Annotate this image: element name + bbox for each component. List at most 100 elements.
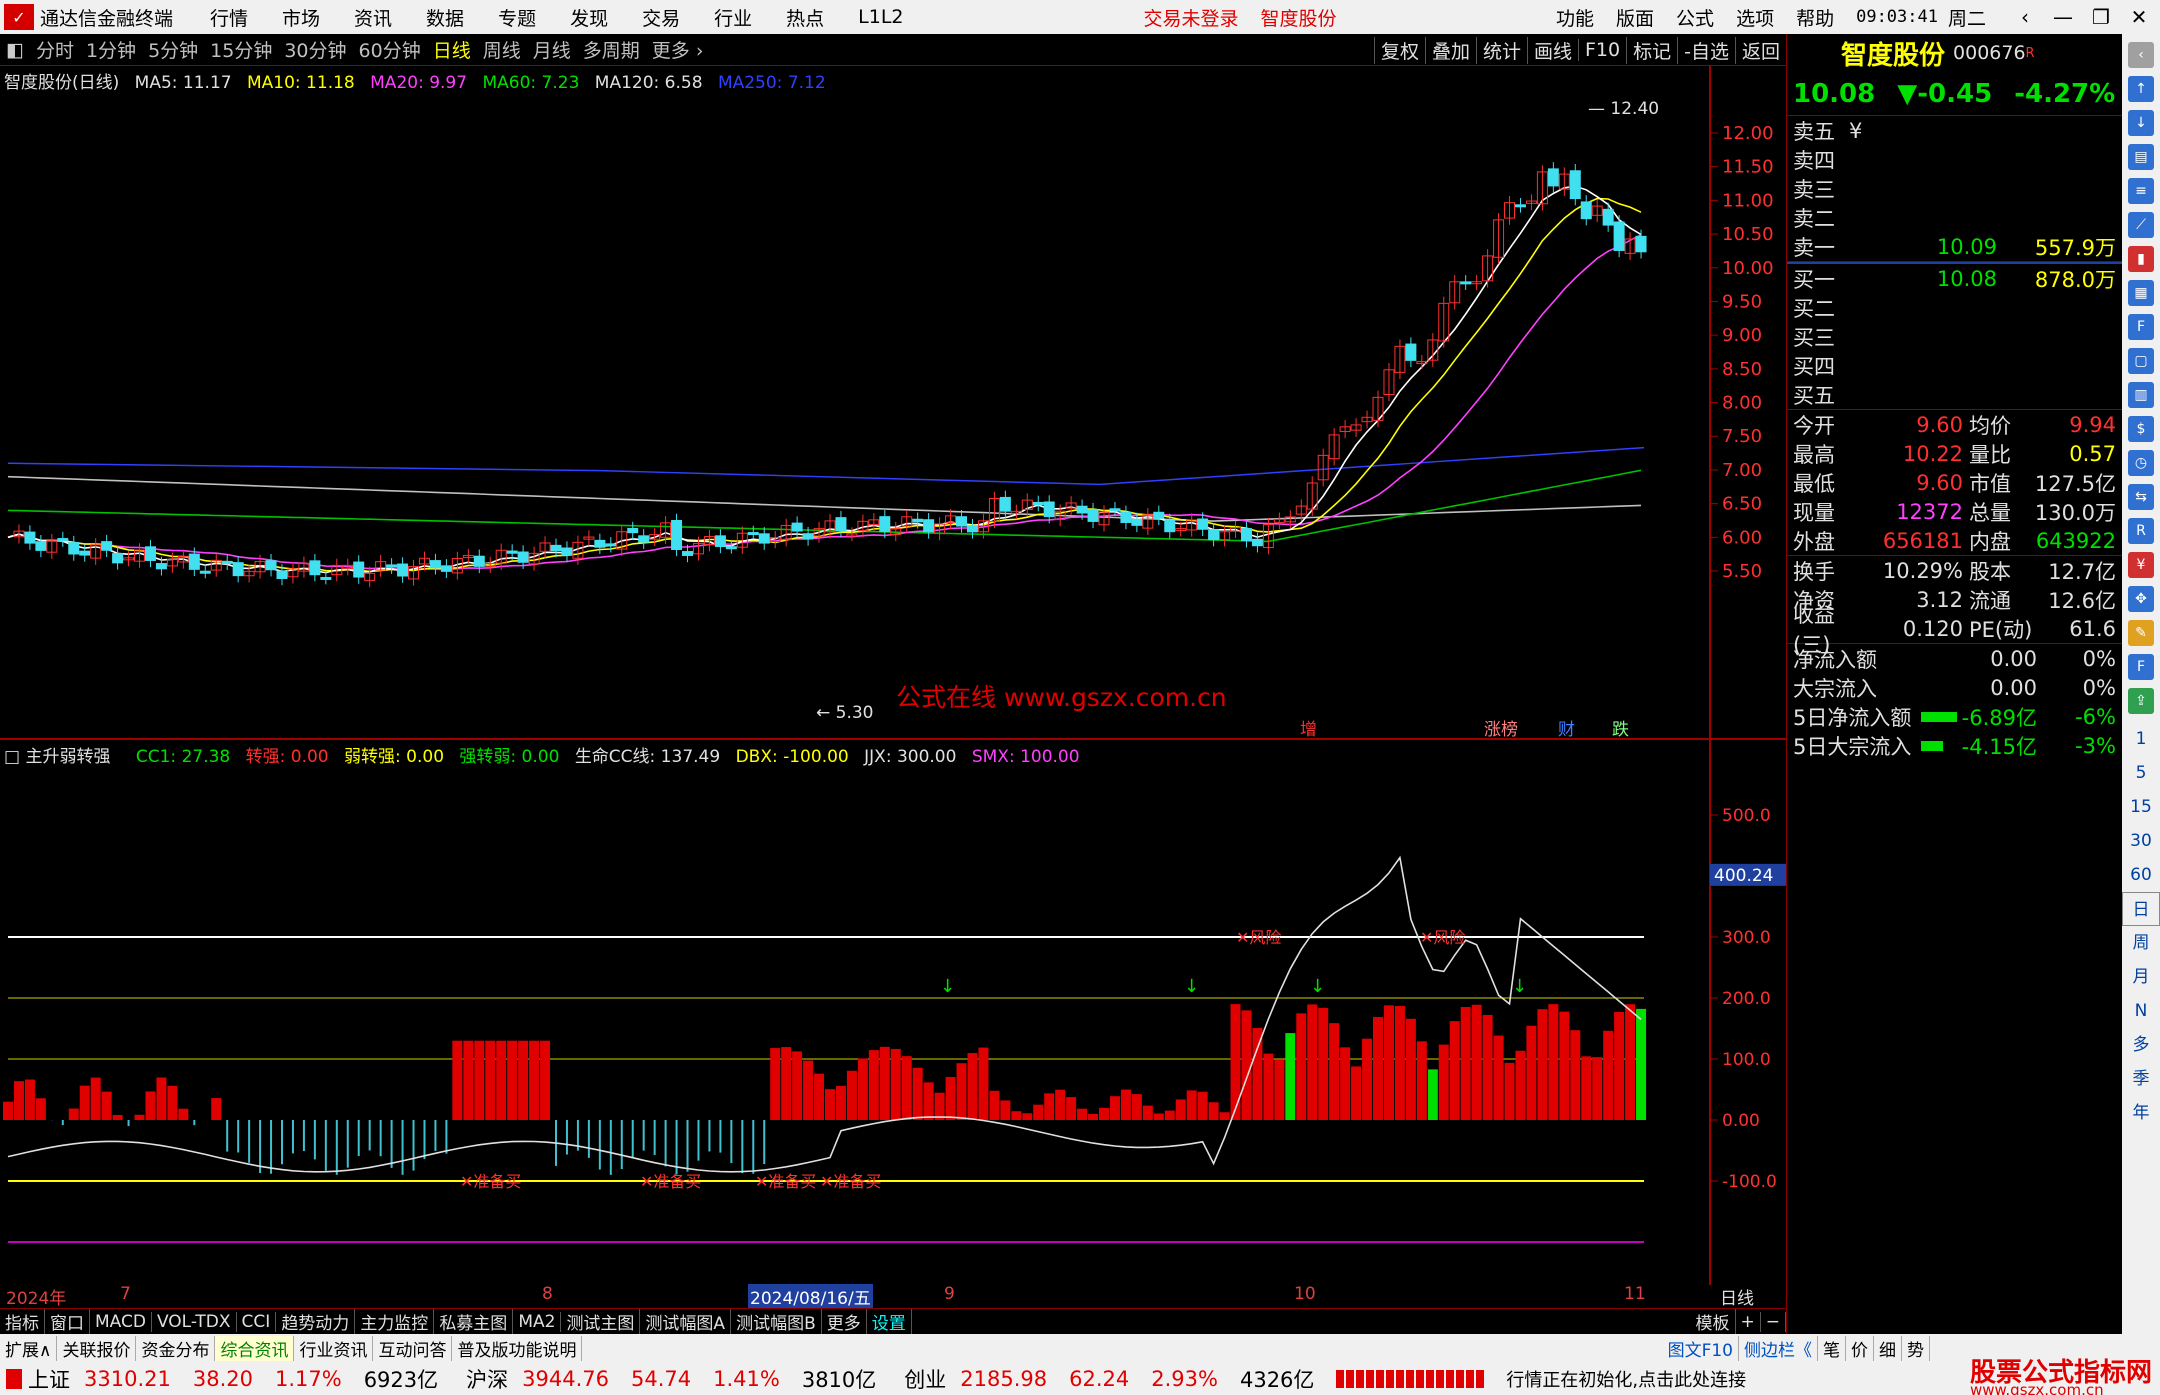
tab-cci[interactable]: CCI bbox=[237, 1311, 277, 1332]
share-icon[interactable]: ⇪ bbox=[2128, 688, 2154, 714]
ask-row[interactable]: 卖二 bbox=[1787, 203, 2122, 232]
tab-f10[interactable]: 图文F10 bbox=[1663, 1335, 1739, 1361]
sidebar-period-week[interactable]: 周 bbox=[2122, 926, 2160, 960]
sidebar-period-year[interactable]: 年 bbox=[2122, 1096, 2160, 1130]
menu-topics[interactable]: 专题 bbox=[498, 4, 536, 31]
compare-icon[interactable]: ⇆ bbox=[2128, 484, 2154, 510]
main-candle-chart[interactable]: 智度股份(日线) MA5: 11.17 MA10: 11.18 MA20: 9.… bbox=[0, 66, 1786, 740]
index-cy-name[interactable]: 创业 bbox=[904, 1364, 946, 1394]
menu-formula[interactable]: 公式 bbox=[1676, 4, 1714, 31]
tab-more[interactable]: 更多 bbox=[822, 1309, 867, 1334]
period-monthly[interactable]: 月线 bbox=[533, 36, 571, 63]
ask-row[interactable]: 卖五 ¥ bbox=[1787, 116, 2122, 145]
tab-news[interactable]: 综合资讯 bbox=[215, 1335, 295, 1361]
bid-row[interactable]: 买二 bbox=[1787, 293, 2122, 322]
ask-row[interactable]: 卖三 bbox=[1787, 174, 2122, 203]
period-1min[interactable]: 1分钟 bbox=[86, 36, 136, 63]
minimize-icon[interactable]: — bbox=[2046, 5, 2080, 29]
tool-mark[interactable]: 标记 bbox=[1626, 36, 1677, 64]
sidebar-period-60[interactable]: 60 bbox=[2122, 858, 2160, 892]
menu-market[interactable]: 市场 bbox=[282, 4, 320, 31]
tool-stats[interactable]: 统计 bbox=[1475, 36, 1527, 64]
move-icon[interactable]: ✥ bbox=[2128, 586, 2154, 612]
tab-expand[interactable]: 扩展∧ bbox=[0, 1335, 58, 1361]
sidebar-period-15[interactable]: 15 bbox=[2122, 790, 2160, 824]
tab-test-main[interactable]: 测试主图 bbox=[561, 1309, 641, 1334]
ask-row[interactable]: 卖一 10.09 557.9万 bbox=[1787, 232, 2122, 261]
menu-options[interactable]: 选项 bbox=[1736, 4, 1774, 31]
line-chart-icon[interactable]: ⟋ bbox=[2128, 212, 2154, 238]
index-hs-name[interactable]: 沪深 bbox=[466, 1364, 508, 1394]
period-more[interactable]: 更多 › bbox=[652, 36, 704, 63]
sidebar-period-n[interactable]: N bbox=[2122, 994, 2160, 1028]
tab-capital[interactable]: 资金分布 bbox=[136, 1335, 216, 1361]
period-daily[interactable]: 日线 bbox=[433, 36, 471, 63]
panel-toggle-icon[interactable]: ◧ bbox=[6, 39, 24, 61]
bid-row[interactable]: 买五 bbox=[1787, 380, 2122, 409]
time-icon[interactable]: ◷ bbox=[2128, 450, 2154, 476]
zoom-out-button[interactable]: − bbox=[1761, 1311, 1786, 1332]
sidebar-period-30[interactable]: 30 bbox=[2122, 824, 2160, 858]
sidebar-period-quarter[interactable]: 季 bbox=[2122, 1062, 2160, 1096]
menu-industry[interactable]: 行业 bbox=[714, 4, 752, 31]
grid-icon[interactable]: ▥ bbox=[2128, 382, 2154, 408]
period-multi[interactable]: 多周期 bbox=[583, 36, 640, 63]
tab-private[interactable]: 私募主图 bbox=[434, 1309, 514, 1334]
index-sh-name[interactable]: 上证 bbox=[28, 1364, 70, 1394]
period-5min[interactable]: 5分钟 bbox=[148, 36, 198, 63]
period-15min[interactable]: 15分钟 bbox=[210, 36, 272, 63]
indicator-chart[interactable]: □ 主升弱转强 CC1: 27.38 转强: 0.00 弱转强: 0.00 强转… bbox=[0, 740, 1786, 1285]
menu-news[interactable]: 资讯 bbox=[354, 4, 392, 31]
collapse-icon[interactable]: ‹ bbox=[2128, 42, 2154, 68]
menu-hot[interactable]: 热点 bbox=[786, 4, 824, 31]
fs-icon[interactable]: F bbox=[2128, 654, 2154, 680]
zoom-in-button[interactable]: + bbox=[1736, 1311, 1761, 1332]
menu-layout[interactable]: 版面 bbox=[1616, 4, 1654, 31]
candle-icon[interactable]: ▮ bbox=[2128, 246, 2154, 272]
f10-icon[interactable]: F bbox=[2128, 314, 2154, 340]
fund-icon[interactable]: $ bbox=[2128, 416, 2154, 442]
tab-window[interactable]: 窗口 bbox=[45, 1309, 90, 1334]
restore-icon[interactable]: ❐ bbox=[2084, 5, 2118, 29]
bid-row[interactable]: 买三 bbox=[1787, 322, 2122, 351]
tool-overlay[interactable]: 叠加 bbox=[1424, 36, 1476, 64]
sidebar-period-month[interactable]: 月 bbox=[2122, 960, 2160, 994]
tab-trend[interactable]: 趋势动力 bbox=[276, 1309, 356, 1334]
ask-row[interactable]: 卖四 bbox=[1787, 145, 2122, 174]
tab-sidebar[interactable]: 侧边栏《 bbox=[1739, 1335, 1818, 1361]
tab-price[interactable]: 价 bbox=[1846, 1335, 1874, 1361]
menu-data[interactable]: 数据 bbox=[426, 4, 464, 31]
menu-quotes[interactable]: 行情 bbox=[210, 4, 248, 31]
connection-status[interactable]: 行情正在初始化,点击此处连接 bbox=[1506, 1366, 1746, 1392]
money-icon[interactable]: ¥ bbox=[2128, 552, 2154, 578]
menu-trade[interactable]: 交易 bbox=[642, 4, 680, 31]
tab-industry-news[interactable]: 行业资讯 bbox=[294, 1335, 374, 1361]
sidebar-period-1[interactable]: 1 bbox=[2122, 722, 2160, 756]
tab-vol[interactable]: VOL-TDX bbox=[152, 1311, 237, 1332]
period-intraday[interactable]: 分时 bbox=[36, 36, 74, 63]
tab-test-a[interactable]: 测试幅图A bbox=[640, 1309, 732, 1334]
menu-l1l2[interactable]: L1L2 bbox=[858, 6, 903, 28]
menu-discover[interactable]: 发现 bbox=[570, 4, 608, 31]
tab-settings[interactable]: 设置 bbox=[867, 1309, 912, 1334]
sidebar-period-5[interactable]: 5 bbox=[2122, 756, 2160, 790]
period-30min[interactable]: 30分钟 bbox=[284, 36, 346, 63]
tab-help[interactable]: 普及版功能说明 bbox=[452, 1335, 583, 1361]
rsi-icon[interactable]: R bbox=[2128, 518, 2154, 544]
up-icon[interactable]: ↑ bbox=[2128, 76, 2154, 102]
tool-f10[interactable]: F10 bbox=[1578, 39, 1626, 61]
bid-row[interactable]: 买四 bbox=[1787, 351, 2122, 380]
tool-return[interactable]: 返回 bbox=[1734, 36, 1786, 64]
bid-row[interactable]: 买一 10.08 878.0万 bbox=[1787, 264, 2122, 293]
tab-pen[interactable]: 笔 bbox=[1818, 1335, 1846, 1361]
period-weekly[interactable]: 周线 bbox=[483, 36, 521, 63]
tab-template[interactable]: 模板 bbox=[1691, 1309, 1736, 1334]
tool-draw[interactable]: 画线 bbox=[1526, 36, 1578, 64]
back-icon[interactable]: ‹ bbox=[2008, 5, 2042, 29]
tool-remove-watch[interactable]: -自选 bbox=[1677, 36, 1735, 64]
trade-login-alert[interactable]: 交易未登录 bbox=[1144, 4, 1239, 31]
down-icon[interactable]: ↓ bbox=[2128, 110, 2154, 136]
period-60min[interactable]: 60分钟 bbox=[359, 36, 421, 63]
close-icon[interactable]: ✕ bbox=[2122, 5, 2156, 29]
sidebar-period-multi[interactable]: 多 bbox=[2122, 1028, 2160, 1062]
